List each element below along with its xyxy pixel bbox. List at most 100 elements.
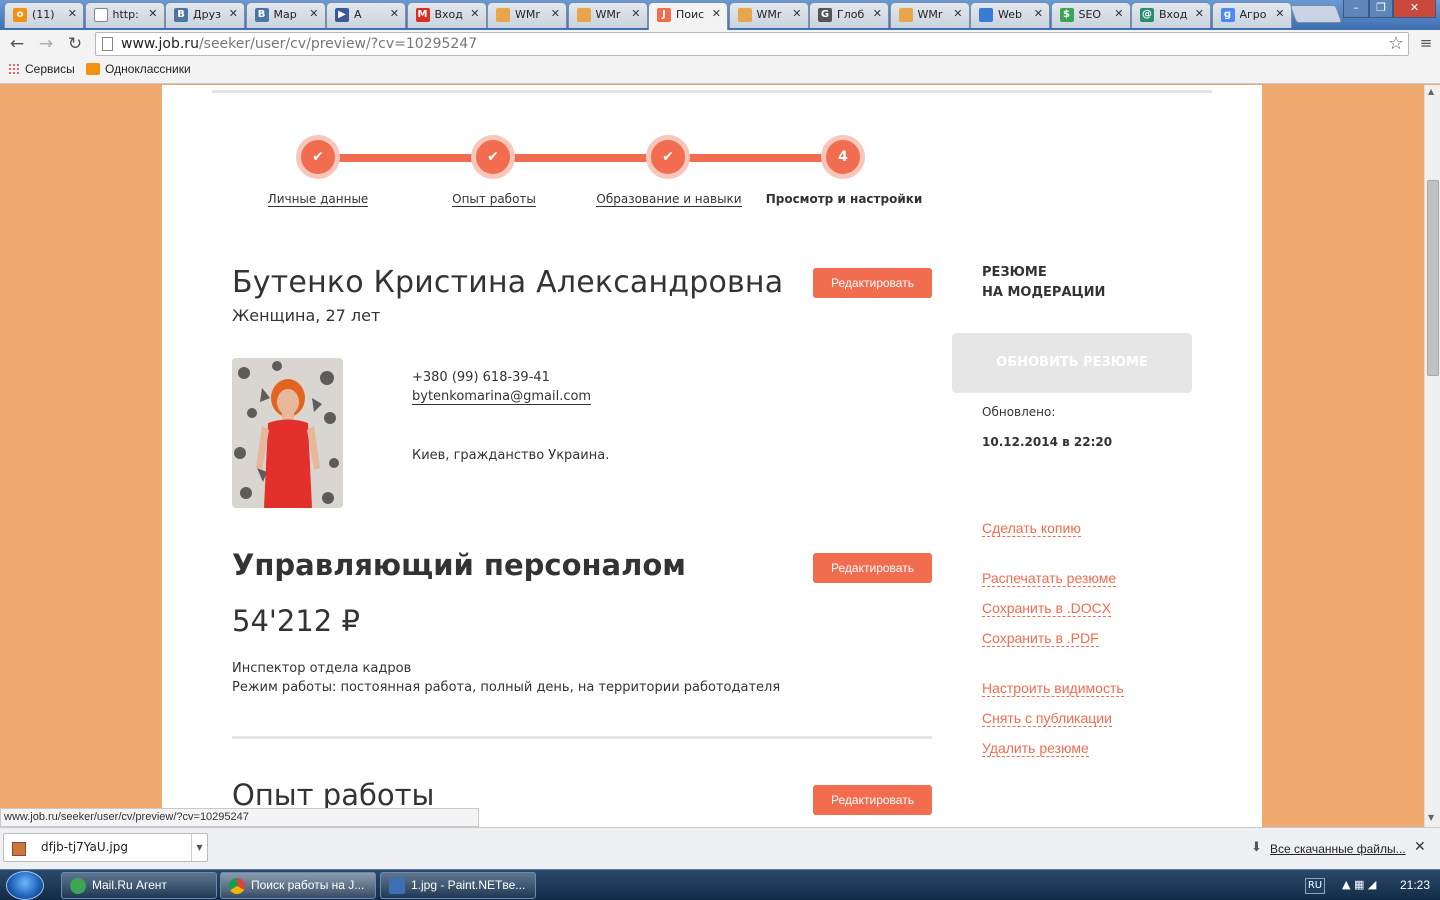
refresh-resume-button[interactable]: ОБНОВИТЬ РЕЗЮМЕ [952,333,1192,393]
work-mode-text: Режим работы: постоянная работа, полный … [232,680,781,695]
system-tray[interactable]: ▲ ▦ ◢ [1342,878,1376,891]
close-tab-icon[interactable]: ✕ [1034,7,1043,20]
tab-10[interactable]: WMr ✕ [728,2,809,28]
close-tab-icon[interactable]: ✕ [873,7,882,20]
save-docx-link[interactable]: Сохранить в .DOCX [982,600,1112,617]
tab-6[interactable]: M Вход ✕ [406,2,487,28]
edit-experience-button[interactable]: Редактировать [813,785,932,815]
step-education-skills[interactable]: Образование и навыки [574,192,764,207]
close-tab-icon[interactable]: ✕ [470,7,479,20]
tray-arrow-icon[interactable]: ▲ [1342,878,1350,891]
close-tab-icon[interactable]: ✕ [712,7,721,20]
webmoney-icon [898,8,913,22]
close-tab-icon[interactable]: ✕ [68,7,77,20]
google-icon: g [1220,8,1235,22]
tab-16[interactable]: g Агро ✕ [1211,2,1292,28]
step-personal-data[interactable]: Личные данные [223,192,413,207]
maximize-button[interactable]: ❐ [1369,0,1393,18]
close-tab-icon[interactable]: ✕ [390,7,399,20]
close-window-button[interactable]: ✕ [1393,0,1436,18]
step-4-label: Просмотр и настройки [765,192,923,206]
updated-date: 10.12.2014 в 22:20 [982,435,1113,449]
tab-title: WMr [595,8,621,21]
start-button[interactable] [6,871,44,900]
close-tab-icon[interactable]: ✕ [1275,7,1284,20]
vertical-scrollbar[interactable]: ▲ ▼ [1424,85,1440,827]
close-tab-icon[interactable]: ✕ [1114,7,1123,20]
tab-8[interactable]: WMr ✕ [567,2,648,28]
language-indicator[interactable]: RU [1305,878,1325,894]
back-arrow-icon[interactable]: ← [7,34,27,54]
reload-icon[interactable]: ↻ [65,34,85,54]
tab-title: Поис [676,8,705,21]
close-tab-icon[interactable]: ✕ [953,7,962,20]
taskbar-chrome[interactable]: Поиск работы на J... [220,872,376,899]
tab-13[interactable]: Web ✕ [970,2,1050,28]
step-3-marker[interactable]: ✔ [646,135,690,179]
close-tab-icon[interactable]: ✕ [551,7,560,20]
print-resume-link[interactable]: Распечатать резюме [982,570,1117,587]
bookmark-odnoklassniki[interactable]: Одноклассники [86,62,191,76]
email-link[interactable]: bytenkomarina@gmail.com [412,389,592,405]
save-pdf-link[interactable]: Сохранить в .PDF [982,630,1099,647]
tab-11[interactable]: G Глоб ✕ [809,2,889,28]
close-tab-icon[interactable]: ✕ [309,7,318,20]
page-viewport: ✔ ✔ ✔ 4 Личные данные Опыт работы Образо… [0,85,1424,827]
moderation-status: РЕЗЮМЕ НА МОДЕРАЦИИ [982,265,1106,300]
tab-2[interactable]: http: ✕ [84,2,165,28]
delete-resume-link[interactable]: Удалить резюме [982,740,1089,757]
taskbar-mailru-agent[interactable]: Mail.Ru Агент [61,872,217,899]
step-1-marker[interactable]: ✔ [296,135,340,179]
close-tab-icon[interactable]: ✕ [631,7,640,20]
make-copy-link[interactable]: Сделать копию [982,520,1081,537]
scroll-down-arrow-icon[interactable]: ▼ [1428,813,1434,822]
webmoney-icon [576,8,591,22]
step-2-label: Опыт работы [452,192,536,207]
edit-position-button[interactable]: Редактировать [813,553,932,583]
bookmark-star-icon[interactable]: ☆ [1388,33,1404,54]
close-tab-icon[interactable]: ✕ [229,7,238,20]
menu-icon[interactable]: ≡ [1418,34,1434,52]
tab-15[interactable]: @ Вход ✕ [1131,2,1211,28]
tab-3[interactable]: В Друз ✕ [165,2,245,28]
experience-heading: Опыт работы [232,778,435,812]
step-work-experience[interactable]: Опыт работы [399,192,589,207]
taskbar-paintnet[interactable]: 1.jpg - Paint.NETве... [380,872,536,899]
all-downloads-link[interactable]: Все скачанные файлы... [1270,842,1406,856]
edit-personal-button[interactable]: Редактировать [813,268,932,298]
dollar-icon: $ [1059,8,1074,22]
browser-toolbar: ← → ↻ www.job.ru/seeker/user/cv/preview/… [0,30,1440,58]
download-menu-arrow-icon[interactable]: ▼ [191,834,207,861]
step-2-marker[interactable]: ✔ [471,135,515,179]
forward-arrow-icon[interactable]: → [36,34,56,54]
bookmark-apps[interactable]: Сервисы [8,62,75,76]
clock[interactable]: 21:23 [1400,878,1430,892]
visibility-settings-link[interactable]: Настроить видимость [982,680,1124,697]
scroll-up-arrow-icon[interactable]: ▲ [1428,87,1434,96]
tab-4[interactable]: В Мар ✕ [245,2,326,28]
new-tab-button[interactable] [1289,5,1343,23]
salary-value: 54'212 ₽ [232,604,360,638]
close-shelf-icon[interactable]: ✕ [1414,839,1426,855]
unpublish-link[interactable]: Снять с публикации [982,710,1112,727]
close-tab-icon[interactable]: ✕ [1195,7,1204,20]
tab-12[interactable]: WMr ✕ [889,2,970,28]
close-tab-icon[interactable]: ✕ [148,7,157,20]
step-preview-settings: Просмотр и настройки [749,192,939,206]
tab-5[interactable]: ▶ А ✕ [326,2,406,28]
g-icon: G [818,8,832,22]
odnoklassniki-icon [86,63,100,75]
close-tab-icon[interactable]: ✕ [792,7,801,20]
scrollbar-thumb[interactable] [1427,180,1439,376]
tab-14[interactable]: $ SEO ✕ [1050,2,1131,28]
address-bar[interactable]: www.job.ru/seeker/user/cv/preview/?cv=10… [95,32,1409,56]
url-host: www.job.ru [121,36,199,52]
tab-9[interactable]: J Поис ✕ [648,2,728,30]
tab-7[interactable]: WMr ✕ [487,2,567,28]
minimize-button[interactable]: – [1343,0,1369,18]
updated-label: Обновлено: [982,405,1056,419]
tab-1[interactable]: о (11) ✕ [4,2,84,28]
volume-icon[interactable]: ◢ [1368,878,1376,891]
download-item[interactable]: dfjb-tj7YaU.jpg ▼ [3,833,208,862]
network-icon[interactable]: ▦ [1354,878,1364,891]
